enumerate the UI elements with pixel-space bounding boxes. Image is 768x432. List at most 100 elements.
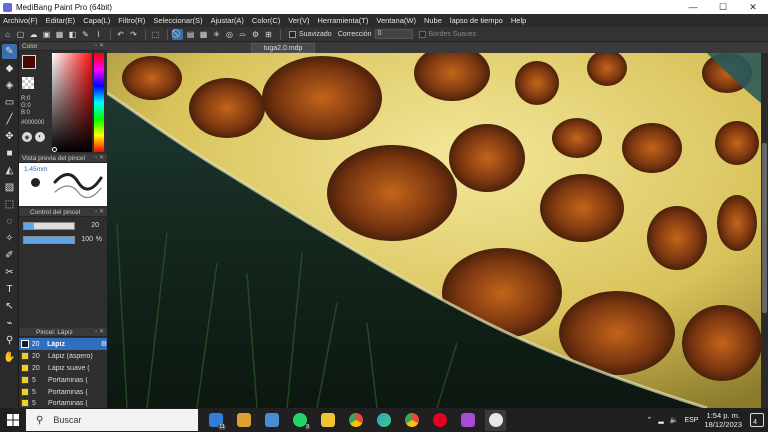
- menu-seleccionar[interactable]: Seleccionar(S): [153, 16, 202, 25]
- brush-list-item[interactable]: 5 Portaminas (: [19, 386, 107, 398]
- taskbar-app-chrome[interactable]: [345, 410, 366, 431]
- menu-herramienta[interactable]: Herramienta(T): [318, 16, 369, 25]
- eyedropper-tool-icon[interactable]: ⚲: [2, 333, 17, 348]
- menu-filtro[interactable]: Filtro(R): [118, 16, 145, 25]
- selection-icon[interactable]: ⬚: [150, 29, 161, 40]
- taskbar-app-medibang[interactable]: [485, 409, 506, 431]
- network-icon[interactable]: ▂: [658, 416, 663, 424]
- taskbar-app-keyboard[interactable]: [261, 410, 282, 431]
- notification-icon[interactable]: 4: [750, 413, 764, 427]
- scrollbar-thumb[interactable]: [762, 143, 767, 313]
- move-tool-icon[interactable]: ✥: [2, 129, 17, 144]
- redo-icon[interactable]: ↷: [128, 29, 139, 40]
- panel-controls-icon[interactable]: ▫ ✕: [95, 328, 104, 335]
- brush-size-slider[interactable]: [23, 222, 75, 230]
- transparent-color-swatch[interactable]: [22, 77, 34, 89]
- volume-icon[interactable]: 🔈: [670, 416, 679, 424]
- menu-nube[interactable]: Nube: [424, 16, 442, 25]
- taskbar-app-purple[interactable]: [457, 410, 478, 431]
- eraser-tool-icon[interactable]: ◆: [2, 61, 17, 76]
- snap-parallel-icon[interactable]: ▤: [185, 29, 196, 40]
- maximize-button[interactable]: ☐: [708, 0, 738, 14]
- taskbar-app-whatsapp[interactable]: 3: [289, 410, 310, 431]
- taskbar-app-chrome-2[interactable]: [401, 410, 422, 431]
- select-eraser-tool-icon[interactable]: ✂: [2, 265, 17, 280]
- brush-tool-icon[interactable]: ✎: [2, 44, 17, 59]
- color-wheel-icon[interactable]: ◉: [22, 132, 32, 142]
- panel-controls-icon[interactable]: ▫ ✕: [95, 42, 104, 49]
- brush-opacity-slider[interactable]: [23, 236, 75, 244]
- gradient-tool-icon[interactable]: ▧: [2, 180, 17, 195]
- brush-icon[interactable]: ⌇: [93, 29, 104, 40]
- brush-list-item[interactable]: 20 Lápiz ⚙: [19, 338, 107, 350]
- pen-settings-icon[interactable]: ✎: [80, 29, 91, 40]
- foreground-color-swatch[interactable]: [22, 55, 36, 69]
- windows-start-icon[interactable]: [0, 408, 26, 432]
- new-file-icon[interactable]: ▢: [15, 29, 26, 40]
- snap-settings-icon[interactable]: ⚙: [250, 29, 261, 40]
- clock[interactable]: 1:54 p. m. 18/12/2023: [704, 411, 742, 429]
- hand-tool-icon[interactable]: ✋: [2, 350, 17, 365]
- fill-rect-tool-icon[interactable]: ■: [2, 146, 17, 161]
- select-pen-tool-icon[interactable]: ✐: [2, 248, 17, 263]
- cloud-icon[interactable]: ☁: [28, 29, 39, 40]
- grid-icon[interactable]: ▦: [54, 29, 65, 40]
- undo-icon[interactable]: ↶: [115, 29, 126, 40]
- home-icon[interactable]: ⌂: [2, 29, 13, 40]
- snap-off-icon[interactable]: ⃠: [172, 28, 183, 40]
- bucket-tool-icon[interactable]: ◭: [2, 163, 17, 178]
- magic-wand-tool-icon[interactable]: ✧: [2, 231, 17, 246]
- menu-archivo[interactable]: Archivo(F): [3, 16, 38, 25]
- line-tool-icon[interactable]: ╱: [2, 112, 17, 127]
- menu-editar[interactable]: Editar(E): [46, 16, 76, 25]
- divide-tool-icon[interactable]: ⌁: [2, 316, 17, 331]
- taskbar-app-explorer[interactable]: [317, 410, 338, 431]
- correccion-select[interactable]: 0: [374, 29, 413, 39]
- snap-cross-icon[interactable]: ▦: [198, 29, 209, 40]
- layers-icon[interactable]: ◧: [67, 29, 78, 40]
- menu-color[interactable]: Color(C): [252, 16, 280, 25]
- drawing-canvas[interactable]: [107, 53, 761, 408]
- rectangle-tool-icon[interactable]: ▭: [2, 95, 17, 110]
- saturation-value-picker[interactable]: [52, 53, 92, 152]
- select-tool-icon[interactable]: ⬚: [2, 197, 17, 212]
- bordes-checkbox[interactable]: [418, 30, 426, 38]
- lasso-tool-icon[interactable]: ◌: [2, 214, 17, 229]
- menu-capa[interactable]: Capa(L): [83, 16, 110, 25]
- language-indicator[interactable]: ESP: [684, 417, 698, 424]
- snap-perspective-icon[interactable]: ⊞: [263, 29, 274, 40]
- picker-cursor[interactable]: [52, 147, 57, 152]
- taskbar-app-mail[interactable]: 11: [205, 410, 226, 431]
- brush-list-item[interactable]: 5 Portaminas (: [19, 374, 107, 386]
- chevron-up-icon[interactable]: ⌃: [646, 416, 652, 424]
- menu-ajustar[interactable]: Ajustar(A): [211, 16, 244, 25]
- menu-ventana[interactable]: Ventana(W): [376, 16, 416, 25]
- brush-list-item[interactable]: 5 Portaminas (: [19, 398, 107, 408]
- menu-ver[interactable]: Ver(V): [288, 16, 309, 25]
- taskbar-app-edge[interactable]: [373, 410, 394, 431]
- brush-list-item[interactable]: 20 Lápiz (áspero): [19, 350, 107, 362]
- vertical-scrollbar[interactable]: [761, 53, 768, 408]
- operation-tool-icon[interactable]: ↖: [2, 299, 17, 314]
- taskbar-app-pinterest[interactable]: [429, 410, 450, 431]
- text-tool-icon[interactable]: T: [2, 282, 17, 297]
- panel-controls-icon[interactable]: ▫ ✕: [95, 154, 104, 161]
- minimize-button[interactable]: —: [678, 0, 708, 14]
- taskbar-search-box[interactable]: ⚲ Buscar: [26, 409, 198, 431]
- hue-slider[interactable]: [94, 53, 104, 152]
- snap-radial-icon[interactable]: ✳: [211, 29, 222, 40]
- panel-controls-icon[interactable]: ▫ ✕: [95, 208, 104, 215]
- menu-lapso[interactable]: lapso de tiempo: [450, 16, 503, 25]
- color-palette-icon[interactable]: ◐: [35, 132, 45, 142]
- hex-value: #000000: [21, 120, 45, 126]
- save-icon[interactable]: ▣: [41, 29, 52, 40]
- snap-curve-icon[interactable]: ⌓: [237, 29, 248, 40]
- taskbar-app-files[interactable]: [233, 410, 254, 431]
- snap-circle-icon[interactable]: ◎: [224, 29, 235, 40]
- close-button[interactable]: ✕: [738, 0, 768, 14]
- menu-help[interactable]: Help: [511, 16, 526, 25]
- document-tab[interactable]: tuga2.0.mdp: [251, 43, 315, 53]
- suavizado-checkbox[interactable]: [289, 30, 296, 38]
- brush-list-item[interactable]: 20 Lápiz suave (: [19, 362, 107, 374]
- dot-tool-icon[interactable]: ◈: [2, 78, 17, 93]
